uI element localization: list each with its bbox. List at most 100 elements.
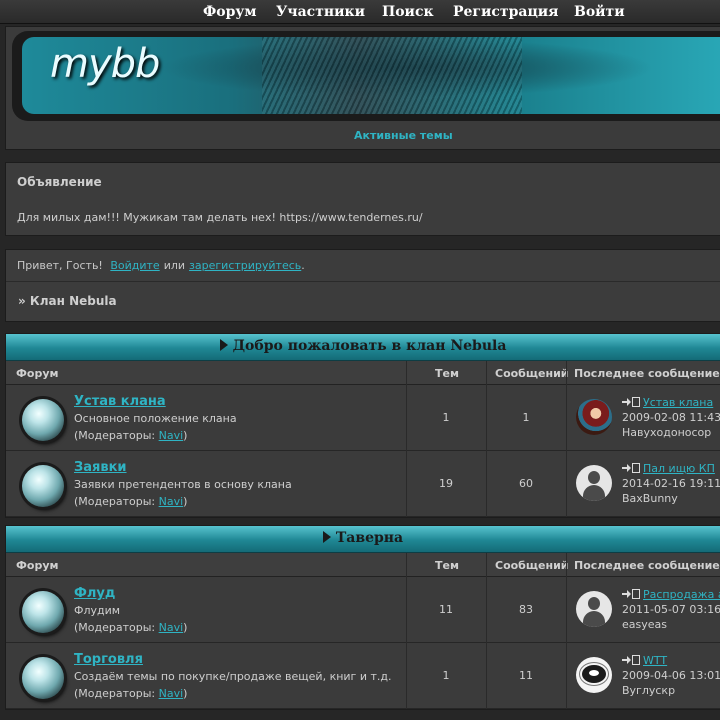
announcement-text: Для милых дам!!! Мужикам там делать нех!…	[17, 211, 423, 224]
col-forum: Форум	[16, 559, 59, 572]
moderators-close: )	[183, 621, 188, 634]
forum-title-link[interactable]: Флуд	[74, 586, 115, 601]
forum-moderators: (Модераторы: Navi)	[74, 429, 187, 442]
forum-status-icon	[22, 465, 64, 507]
goto-last-post-icon	[622, 397, 641, 407]
topics-count: 1	[442, 411, 450, 424]
forum-row: Флуд Флудим (Модераторы: Navi) 11 83 Рас…	[6, 577, 720, 643]
category-title: Таверна	[335, 530, 404, 546]
last-post-date: 2009-02-08 11:43	[622, 411, 720, 424]
moderators-close: )	[183, 687, 188, 700]
login-link[interactable]: Войдите	[110, 259, 159, 272]
forum-description: Создаём темы по покупке/продаже вещей, к…	[74, 670, 392, 683]
column-headers: Форум Тем Сообщений Последнее сообщение	[6, 361, 720, 385]
breadcrumb: » Клан Nebula	[18, 294, 117, 308]
category-welcome: Добро пожаловать в клан Nebula Форум Тем…	[5, 333, 720, 518]
last-post-topic: Устав клана	[643, 396, 714, 409]
nav-login[interactable]: Войти	[574, 4, 625, 20]
category-header[interactable]: Таверна	[6, 526, 720, 553]
col-forum: Форум	[16, 367, 59, 380]
posts-count: 83	[519, 603, 533, 616]
last-post-user: easyeas	[622, 618, 667, 631]
forum-moderators: (Модераторы: Navi)	[74, 621, 187, 634]
col-last-post: Последнее сообщение	[574, 367, 720, 380]
greeting-or: или	[163, 259, 186, 272]
forum-row: Торговля Создаём темы по покупке/продаже…	[6, 643, 720, 709]
default-avatar-icon[interactable]	[576, 591, 612, 627]
user-avatar[interactable]	[576, 399, 612, 435]
site-logo[interactable]: mybb	[50, 41, 160, 87]
nav-members[interactable]: Участники	[276, 4, 365, 20]
col-posts: Сообщений	[495, 367, 569, 380]
last-post-date: 2014-02-16 19:11	[622, 477, 720, 490]
last-post-topic: Пал ищю КП	[643, 462, 715, 475]
moderator-link[interactable]: Navi	[159, 621, 184, 634]
forum-status-icon	[22, 591, 64, 633]
forum-description: Флудим	[74, 604, 121, 617]
last-post-date: 2011-05-07 03:16	[622, 603, 720, 616]
goto-last-post-icon	[622, 463, 641, 473]
moderators-close: )	[183, 429, 188, 442]
forum-status-icon	[22, 657, 64, 699]
forum-description: Основное положение клана	[74, 412, 237, 425]
topics-count: 19	[439, 477, 453, 490]
forum-title-link[interactable]: Заявки	[74, 460, 127, 475]
goto-last-post-icon	[622, 589, 641, 599]
last-post-user: BaxBunny	[622, 492, 678, 505]
forum-row: Устав клана Основное положение клана (Мо…	[6, 385, 720, 451]
forum-row: Заявки Заявки претендентов в основу клан…	[6, 451, 720, 517]
register-link[interactable]: зарегистрируйтесь	[189, 259, 301, 272]
greeting-dot: .	[301, 259, 305, 272]
triangle-right-icon	[322, 531, 331, 543]
moderators-label: (Модераторы:	[74, 687, 159, 700]
column-headers: Форум Тем Сообщений Последнее сообщение	[6, 553, 720, 577]
last-post-topic: WTT	[643, 654, 668, 667]
forum-title-link[interactable]: Торговля	[74, 652, 143, 667]
greeting-text: Привет, Гость!	[17, 259, 103, 272]
nav-register[interactable]: Регистрация	[453, 4, 559, 20]
last-post-link[interactable]: WTT	[622, 654, 667, 667]
col-topics: Тем	[435, 367, 459, 380]
moderator-link[interactable]: Navi	[159, 687, 184, 700]
announcement-panel: Объявление Для милых дам!!! Мужикам там …	[5, 162, 720, 236]
posts-count: 1	[522, 411, 530, 424]
forum-description: Заявки претендентов в основу клана	[74, 478, 292, 491]
announcement-title: Объявление	[17, 175, 102, 189]
last-post-link[interactable]: Устав клана	[622, 396, 713, 409]
nav-forum[interactable]: Форум	[203, 4, 257, 20]
moderators-close: )	[183, 495, 188, 508]
forum-title-link[interactable]: Устав клана	[74, 394, 166, 409]
col-posts: Сообщений	[495, 559, 569, 572]
nav-search[interactable]: Поиск	[382, 4, 434, 20]
moderators-label: (Модераторы:	[74, 621, 159, 634]
last-post-link[interactable]: Пал ищю КП	[622, 462, 715, 475]
moderators-label: (Модераторы:	[74, 429, 159, 442]
moderators-label: (Модераторы:	[74, 495, 159, 508]
moderator-link[interactable]: Navi	[159, 429, 184, 442]
forum-moderators: (Модераторы: Navi)	[74, 495, 187, 508]
user-avatar[interactable]	[576, 657, 612, 693]
forum-status-icon	[22, 399, 64, 441]
guest-greeting: Привет, Гость! Войдите или зарегистрируйте…	[6, 250, 720, 282]
category-tavern: Таверна Форум Тем Сообщений Последнее со…	[5, 525, 720, 710]
moderator-link[interactable]: Navi	[159, 495, 184, 508]
triangle-right-icon	[219, 339, 228, 351]
topics-count: 11	[439, 603, 453, 616]
active-topics-link[interactable]: Активные темы	[354, 129, 453, 142]
last-post-topic: Распродажа а	[643, 588, 720, 601]
welcome-panel: Привет, Гость! Войдите или зарегистрируйте…	[5, 249, 720, 322]
category-title: Добро пожаловать в клан Nebula	[232, 338, 507, 354]
last-post-date: 2009-04-06 13:01	[622, 669, 720, 682]
col-topics: Тем	[435, 559, 459, 572]
default-avatar-icon[interactable]	[576, 465, 612, 501]
category-header[interactable]: Добро пожаловать в клан Nebula	[6, 334, 720, 361]
topics-count: 1	[442, 669, 450, 682]
last-post-user: Навуходоносор	[622, 426, 712, 439]
site-header: mybb Активные темы	[5, 26, 720, 150]
posts-count: 60	[519, 477, 533, 490]
posts-count: 11	[519, 669, 533, 682]
goto-last-post-icon	[622, 655, 641, 665]
top-navigation: Форум Участники Поиск Регистрация Войти	[0, 0, 720, 24]
last-post-link[interactable]: Распродажа а	[622, 588, 720, 601]
last-post-user: Вуглускр	[622, 684, 676, 697]
